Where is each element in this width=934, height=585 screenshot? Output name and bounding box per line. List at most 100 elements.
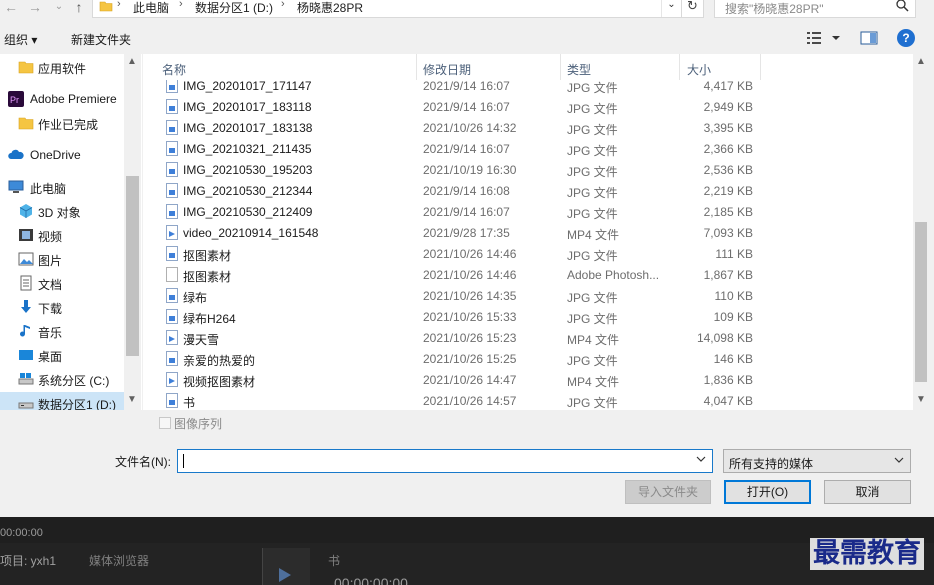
open-button[interactable]: 打开(O): [724, 480, 811, 504]
file-row[interactable]: IMG_20210530_195203 2021/10/19 16:30 JPG 文…: [143, 159, 913, 180]
media-browser-tab[interactable]: 媒体浏览器: [89, 552, 149, 569]
address-bar[interactable]: › 此电脑 › 数据分区1 (D:) › 杨晓惠28PR ⌄: [92, 0, 682, 18]
file-type: JPG 文件: [567, 396, 618, 410]
file-row[interactable]: 抠图素材 2021/10/26 14:46 Adobe Photosh... 1,86…: [143, 264, 913, 285]
nav-item-onedrive[interactable]: OneDrive: [0, 144, 124, 166]
nav-item-label: 系统分区 (C:): [38, 374, 110, 388]
nav-scrollbar-thumb[interactable]: [126, 176, 139, 356]
file-type: MP4 文件: [567, 228, 620, 242]
file-row[interactable]: IMG_20210321_211435 2021/9/14 16:07 JPG 文件…: [143, 138, 913, 159]
scroll-down-icon[interactable]: ▼: [127, 394, 137, 405]
file-date: 2021/10/26 15:23: [423, 331, 517, 345]
view-options-icon[interactable]: [806, 30, 842, 46]
toolbar: 组织 ▾ 新建文件夹 ?: [0, 24, 934, 52]
project-panel-tab[interactable]: 项目: yxh1: [0, 552, 56, 569]
file-row[interactable]: 书 2021/10/26 14:57 JPG 文件 4,047 KB: [143, 390, 913, 410]
filename-label: 文件名(N):: [115, 455, 171, 469]
timeline-timecode: 00:00:00: [0, 527, 43, 539]
column-name[interactable]: 名称: [162, 61, 186, 78]
file-name: 绿布H264: [183, 312, 236, 326]
nav-item-label: 3D 对象: [38, 206, 81, 220]
nav-item-drive-c[interactable]: 系统分区 (C:): [0, 368, 124, 390]
preview-pane-icon[interactable]: [860, 30, 878, 46]
column-divider[interactable]: [679, 54, 680, 80]
nav-item-music[interactable]: 音乐: [0, 320, 124, 342]
recent-chevron-icon[interactable]: ⌄: [50, 0, 68, 16]
scroll-down-icon[interactable]: ▼: [916, 394, 926, 405]
breadcrumb-drive-d[interactable]: 数据分区1 (D:): [195, 0, 273, 16]
file-row[interactable]: 漫天雪 2021/10/26 15:23 MP4 文件 14,098 KB: [143, 327, 913, 348]
column-divider[interactable]: [416, 54, 417, 80]
premiere-icon: Pr: [8, 91, 24, 107]
search-box[interactable]: 搜索"杨晓惠28PR": [714, 0, 916, 18]
drive-icon: [18, 402, 34, 409]
computer-icon: [8, 180, 24, 193]
nav-item-3d-objects[interactable]: 3D 对象: [0, 200, 124, 222]
file-row[interactable]: IMG_20201017_171147 2021/9/14 16:07 JPG 文件…: [143, 80, 913, 96]
file-date: 2021/10/26 14:57: [423, 394, 517, 408]
file-type-filter[interactable]: 所有支持的媒体: [723, 449, 911, 473]
cancel-button[interactable]: 取消: [824, 480, 911, 504]
nav-item-desktop[interactable]: 桌面: [0, 344, 124, 366]
file-row[interactable]: 绿布 2021/10/26 14:35 JPG 文件 110 KB: [143, 285, 913, 306]
sequence-tab[interactable]: 书: [328, 552, 340, 569]
up-icon[interactable]: ↑: [70, 0, 88, 16]
file-row[interactable]: IMG_20201017_183138 2021/10/26 14:32 JPG 文…: [143, 117, 913, 138]
nav-item-documents[interactable]: 文档: [0, 272, 124, 294]
file-name: 视频抠图素材: [183, 375, 256, 389]
file-name: 亲爱的热爱的: [183, 354, 256, 368]
file-date: 2021/10/19 16:30: [423, 163, 517, 177]
file-row[interactable]: 亲爱的热爱的 2021/10/26 15:25 JPG 文件 146 KB: [143, 348, 913, 369]
new-folder-button[interactable]: 新建文件夹: [71, 31, 131, 48]
file-list-scrollbar[interactable]: ▲ ▼: [913, 54, 929, 410]
nav-item-downloads[interactable]: 下载: [0, 296, 124, 318]
breadcrumb-this-pc[interactable]: 此电脑: [133, 0, 169, 16]
nav-item-this-pc[interactable]: 此电脑: [0, 176, 124, 198]
file-row[interactable]: IMG_20201017_183118 2021/9/14 16:07 JPG 文件…: [143, 96, 913, 117]
file-name: video_20210914_161548: [183, 226, 319, 240]
nav-item-premiere[interactable]: Pr Adobe Premiere: [0, 88, 124, 110]
chevron-down-icon[interactable]: [696, 454, 706, 464]
nav-item-label: 此电脑: [30, 182, 67, 196]
nav-item-pictures[interactable]: 图片: [0, 248, 124, 270]
file-row[interactable]: 绿布H264 2021/10/26 15:33 JPG 文件 109 KB: [143, 306, 913, 327]
nav-item-homework[interactable]: 作业已完成: [0, 112, 124, 134]
music-icon: [20, 325, 30, 337]
forward-icon[interactable]: →: [26, 0, 44, 16]
nav-item-label: 图片: [38, 254, 63, 268]
file-name: 书: [183, 396, 196, 410]
address-dropdown-icon[interactable]: ⌄: [661, 0, 681, 17]
nav-item-drive-d[interactable]: 数据分区1 (D:): [0, 392, 124, 410]
nav-item-video[interactable]: 视频: [0, 224, 124, 246]
scroll-up-icon[interactable]: ▲: [127, 56, 137, 67]
file-row[interactable]: 视频抠图素材 2021/10/26 14:47 MP4 文件 1,836 KB: [143, 369, 913, 390]
file-type: JPG 文件: [567, 207, 618, 221]
file-list-scrollbar-thumb[interactable]: [915, 222, 927, 382]
filename-input[interactable]: [177, 449, 713, 473]
file-row[interactable]: IMG_20210530_212344 2021/9/14 16:08 JPG 文件…: [143, 180, 913, 201]
nav-item-apps[interactable]: 应用软件: [0, 56, 124, 78]
file-row[interactable]: IMG_20210530_212409 2021/9/14 16:07 JPG 文件…: [143, 201, 913, 222]
refresh-icon[interactable]: ↻: [682, 0, 704, 18]
file-type: JPG 文件: [567, 186, 618, 200]
import-folder-button[interactable]: 导入文件夹: [625, 480, 711, 504]
column-divider[interactable]: [560, 54, 561, 80]
column-size[interactable]: 大小: [687, 61, 711, 78]
column-header-row: ⌃ 名称 修改日期 类型 大小: [143, 54, 929, 80]
column-date[interactable]: 修改日期: [423, 61, 471, 78]
image-file-icon: [166, 204, 178, 219]
file-size: 14,098 KB: [696, 331, 753, 345]
help-icon[interactable]: ?: [897, 29, 915, 47]
breadcrumb-folder[interactable]: 杨晓惠28PR: [297, 0, 363, 16]
organize-button[interactable]: 组织 ▾: [4, 31, 37, 48]
image-sequence-checkbox[interactable]: [159, 417, 171, 429]
play-icon[interactable]: [279, 568, 291, 582]
column-type[interactable]: 类型: [567, 61, 591, 78]
nav-item-label: 桌面: [38, 350, 63, 364]
column-divider[interactable]: [760, 54, 761, 80]
back-icon[interactable]: ←: [2, 0, 20, 16]
file-row[interactable]: video_20210914_161548 2021/9/28 17:35 MP4 …: [143, 222, 913, 243]
scroll-up-icon[interactable]: ▲: [916, 56, 926, 67]
file-row[interactable]: 抠图素材 2021/10/26 14:46 JPG 文件 111 KB: [143, 243, 913, 264]
nav-scrollbar[interactable]: ▲ ▼: [124, 54, 141, 410]
